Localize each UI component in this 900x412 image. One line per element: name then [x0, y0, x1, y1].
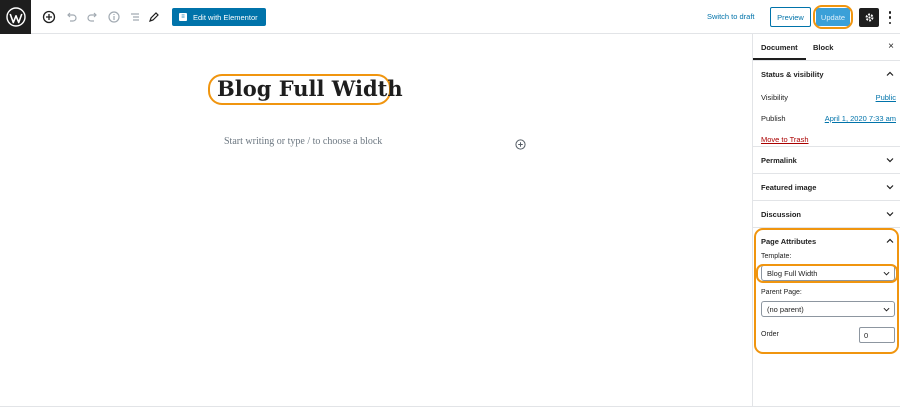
chevron-down-icon [886, 212, 894, 217]
tab-document[interactable]: Document [753, 43, 806, 60]
order-input[interactable]: 0 [859, 327, 895, 343]
publish-label: Publish [761, 114, 786, 123]
editor-canvas: Blog Full Width Start writing or type / … [0, 34, 752, 406]
permalink-panel: Permalink [753, 147, 900, 174]
publish-row: Publish April 1, 2020 7:33 am [753, 108, 900, 129]
sidebar-tabs: Document Block × [753, 34, 900, 61]
post-title[interactable]: Blog Full Width [217, 76, 403, 101]
template-select[interactable]: Blog Full Width [761, 265, 895, 281]
chevron-down-icon [886, 158, 894, 163]
more-options-icon[interactable] [886, 9, 894, 26]
edit-with-elementor-button[interactable]: ≡ Edit with Elementor [172, 8, 266, 26]
edit-pencil-icon[interactable] [146, 9, 162, 25]
template-select-value: Blog Full Width [767, 268, 818, 278]
preview-button[interactable]: Preview [770, 7, 811, 27]
visibility-row: Visibility Public [753, 87, 900, 108]
switch-to-draft-link[interactable]: Switch to draft [707, 12, 755, 21]
block-placeholder[interactable]: Start writing or type / to choose a bloc… [224, 136, 382, 147]
chevron-down-icon [883, 271, 890, 276]
elementor-icon: ≡ [179, 13, 187, 21]
update-highlight-annotation [813, 5, 853, 29]
discussion-title: Discussion [761, 209, 802, 219]
status-visibility-title: Status & visibility [761, 69, 824, 79]
chevron-up-icon [886, 238, 894, 243]
block-navigation-icon[interactable] [127, 9, 143, 25]
template-label: Template: [761, 253, 792, 260]
tab-block[interactable]: Block [813, 43, 833, 52]
close-icon[interactable]: × [888, 41, 894, 52]
inline-add-block-icon[interactable] [515, 137, 526, 150]
permalink-header[interactable]: Permalink [753, 147, 900, 173]
visibility-value-link[interactable]: Public [876, 93, 896, 102]
featured-image-header[interactable]: Featured image [753, 174, 900, 200]
wordpress-logo-icon[interactable] [0, 0, 31, 34]
order-label: Order [761, 331, 779, 338]
add-block-icon[interactable] [41, 9, 57, 25]
page-attributes-header[interactable]: Page Attributes [753, 228, 900, 254]
editor-toolbar: ≡ Edit with Elementor Switch to draft Pr… [0, 0, 900, 34]
featured-image-title: Featured image [761, 182, 817, 192]
info-icon[interactable] [106, 9, 122, 25]
status-visibility-panel: Status & visibility Visibility Public Pu… [753, 61, 900, 147]
discussion-header[interactable]: Discussion [753, 201, 900, 227]
page-attributes-title: Page Attributes [761, 236, 817, 246]
parent-page-label: Parent Page: [761, 289, 802, 296]
parent-page-select-value: (no parent) [767, 304, 804, 314]
permalink-title: Permalink [761, 155, 797, 165]
settings-sidebar: Document Block × Status & visibility Vis… [752, 34, 900, 406]
chevron-up-icon [886, 71, 894, 76]
featured-image-panel: Featured image [753, 174, 900, 201]
page-attributes-panel: Page Attributes Template: Blog Full Widt… [753, 228, 900, 354]
redo-icon[interactable] [85, 9, 101, 25]
elementor-button-label: Edit with Elementor [193, 12, 258, 22]
publish-date-link[interactable]: April 1, 2020 7:33 am [825, 114, 896, 123]
settings-gear-icon[interactable] [859, 8, 879, 27]
status-visibility-header[interactable]: Status & visibility [753, 61, 900, 87]
chevron-down-icon [883, 307, 890, 312]
chevron-down-icon [886, 185, 894, 190]
parent-page-select[interactable]: (no parent) [761, 301, 895, 317]
undo-icon[interactable] [63, 9, 79, 25]
bottom-divider [0, 406, 900, 407]
visibility-label: Visibility [761, 93, 788, 102]
move-to-trash-link[interactable]: Move to Trash [753, 129, 900, 149]
discussion-panel: Discussion [753, 201, 900, 228]
